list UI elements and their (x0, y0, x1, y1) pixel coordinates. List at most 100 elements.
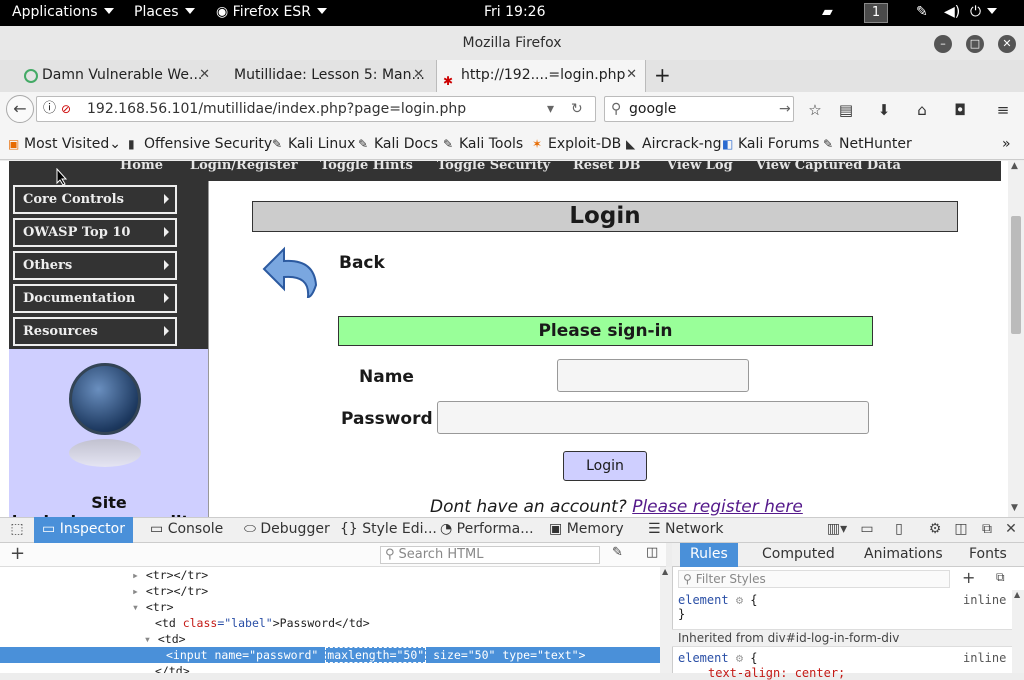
close-tab-icon[interactable]: ✕ (199, 60, 210, 90)
menu-core-controls[interactable]: Core Controls (13, 185, 177, 214)
toggle-sidebar-icon[interactable]: ◫ (646, 545, 658, 560)
register-link[interactable]: Please register here (632, 497, 803, 517)
markup-node[interactable]: ▾ <tr> (0, 599, 660, 615)
bookmark-kali-forums[interactable]: ◧ Kali Forums (722, 136, 819, 152)
add-node-icon[interactable]: + (10, 543, 25, 565)
pick-element-icon[interactable]: ⬚ (6, 517, 28, 543)
nav-toggle-security[interactable]: Toggle Security (437, 161, 550, 173)
markup-node[interactable]: ▸ <tr></tr> (0, 567, 660, 583)
login-button[interactable]: Login (563, 451, 647, 481)
bookmark-offensive-security[interactable]: ▮ Offensive Security (128, 136, 272, 152)
expand-arrow-icon[interactable]: ▸ (132, 568, 139, 582)
add-rule-icon[interactable]: + (962, 568, 975, 587)
bookmark-nethunter[interactable]: ✎ NetHunter (823, 136, 912, 152)
close-devtools-icon[interactable]: ✕ (1000, 517, 1022, 543)
menu-others[interactable]: Others (13, 251, 177, 280)
tab-animations[interactable]: Animations (864, 543, 943, 567)
nav-login-register[interactable]: Login/Register (190, 161, 298, 173)
search-go-icon[interactable]: → (779, 97, 791, 121)
menu-documentation[interactable]: Documentation (13, 284, 177, 313)
devtools-tab-style-editor[interactable]: {} Style Edi... (340, 517, 437, 543)
nav-home[interactable]: Home (120, 161, 163, 173)
gear-icon[interactable]: ⚙ (736, 651, 743, 665)
close-tab-icon[interactable]: ✕ (413, 60, 424, 90)
dropdown-icon[interactable]: ▾ (547, 97, 554, 121)
clock[interactable]: Fri 19:26 (484, 4, 545, 20)
password-input[interactable] (437, 401, 869, 434)
devtools-tab-memory[interactable]: ▣ Memory (549, 517, 624, 543)
dock-side-icon[interactable]: ◫ (950, 517, 972, 543)
markup-node[interactable]: <td class="label">Password</td> (0, 615, 660, 631)
reload-icon[interactable]: ↻ (571, 97, 583, 121)
bookmark-kali-tools[interactable]: ✎ Kali Tools (443, 136, 523, 152)
menu-owasp-top-10[interactable]: OWASP Top 10 (13, 218, 177, 247)
url-bar[interactable]: ⓘ ⊘ 192.168.56.101/mutillidae/index.php?… (36, 96, 596, 122)
name-input[interactable] (557, 359, 749, 392)
pen-icon[interactable]: ✎ (916, 4, 928, 20)
maximize-icon[interactable]: □ (966, 35, 984, 53)
menu-resources[interactable]: Resources (13, 317, 177, 346)
pocket-icon[interactable]: ◘ (950, 100, 970, 120)
tab-computed[interactable]: Computed (762, 543, 835, 567)
bookmark-kali-linux[interactable]: ✎ Kali Linux (272, 136, 355, 152)
collapse-arrow-icon[interactable]: ▾ (144, 632, 151, 646)
toggle-pseudo-class-icon[interactable]: ⧉ (996, 570, 1005, 585)
markup-node-selected[interactable]: <input name="password" maxlength="50" si… (0, 647, 660, 663)
bookmark-exploit-db[interactable]: ✶ Exploit-DB (532, 136, 621, 152)
close-tab-icon[interactable]: ✕ (626, 60, 637, 90)
download-icon[interactable]: ⬇ (874, 100, 894, 120)
tab-rules[interactable]: Rules (680, 543, 738, 567)
back-icon[interactable]: ← (6, 95, 34, 123)
responsive-mode-icon[interactable]: ▯ (888, 517, 910, 543)
search-html-input[interactable]: ⚲ Search HTML (380, 546, 600, 564)
maxlength-attribute[interactable]: maxlength="50" (325, 647, 427, 663)
scroll-down-icon[interactable]: ▼ (1011, 503, 1018, 513)
bookmark-star-icon[interactable]: ☆ (805, 100, 825, 120)
rule-property[interactable]: text-align: center; (708, 666, 845, 680)
bookmark-kali-docs[interactable]: ✎ Kali Docs (358, 136, 438, 152)
nav-view-log[interactable]: View Log (667, 161, 733, 173)
bookmark-aircrack-ng[interactable]: ◣ Aircrack-ng (626, 136, 722, 152)
devtools-tab-performance[interactable]: ◔ Performa... (440, 517, 534, 543)
new-tab-icon[interactable]: + (650, 60, 674, 92)
devtools-tab-console[interactable]: ▭ Console (150, 517, 223, 543)
gear-icon[interactable]: ⚙ (736, 593, 743, 607)
markup-node[interactable]: </td> (0, 663, 660, 673)
markup-node[interactable]: ▸ <tr></tr> (0, 583, 660, 599)
devtools-tab-debugger[interactable]: ⬭ Debugger (244, 517, 330, 543)
scroll-up-icon[interactable]: ▲ (1014, 590, 1020, 599)
camera-icon[interactable]: ▰ (822, 4, 833, 20)
hamburger-menu-icon[interactable]: ≡ (993, 100, 1013, 120)
rules-scrollbar[interactable]: ▲ (1012, 590, 1024, 673)
collapse-arrow-icon[interactable]: ▾ (132, 600, 139, 614)
markup-scrollbar[interactable]: ▲ (660, 567, 672, 673)
tab-fonts[interactable]: Fonts (969, 543, 1007, 567)
nav-reset-db[interactable]: Reset DB (573, 161, 640, 173)
rule-source[interactable]: inline (963, 651, 1006, 665)
eyedropper-icon[interactable]: ✎ (612, 545, 623, 560)
tab-mutillidae-lesson[interactable]: Mutillidae: Lesson 5: Man... ✕ (222, 60, 432, 92)
filter-styles-input[interactable]: ⚲ Filter Styles (678, 570, 950, 588)
search-bar[interactable]: ⚲ google → (604, 96, 794, 122)
separate-window-icon[interactable]: ⧉ (976, 517, 998, 543)
info-icon[interactable]: ⓘ (43, 97, 56, 121)
volume-icon[interactable]: ◀) (944, 4, 960, 20)
places-menu[interactable]: Places (134, 4, 195, 20)
reader-list-icon[interactable]: ▤ (836, 100, 856, 120)
scroll-up-icon[interactable]: ▲ (662, 567, 668, 576)
devtools-tab-network[interactable]: ☰ Network (648, 517, 723, 543)
back-arrow-icon[interactable] (258, 241, 320, 299)
tab-login-page[interactable]: ✱ http://192....=login.php ✕ (436, 60, 646, 92)
expand-arrow-icon[interactable]: ▸ (132, 584, 139, 598)
rule-source[interactable]: inline (963, 593, 1006, 607)
page-scrollbar[interactable]: ▲ ▼ (1008, 161, 1024, 517)
devtools-tab-inspector[interactable]: ▭ Inspector (34, 517, 133, 543)
split-console-icon[interactable]: ▭ (856, 517, 878, 543)
close-icon[interactable]: ✕ (998, 35, 1016, 53)
home-icon[interactable]: ⌂ (912, 100, 932, 120)
scroll-up-icon[interactable]: ▲ (1011, 161, 1018, 171)
dock-layout-icon[interactable]: ▥▾ (824, 517, 850, 543)
minimize-icon[interactable]: – (934, 35, 952, 53)
bookmark-most-visited[interactable]: ▣ Most Visited⌄ (8, 136, 121, 152)
back-link[interactable]: Back (339, 253, 385, 273)
